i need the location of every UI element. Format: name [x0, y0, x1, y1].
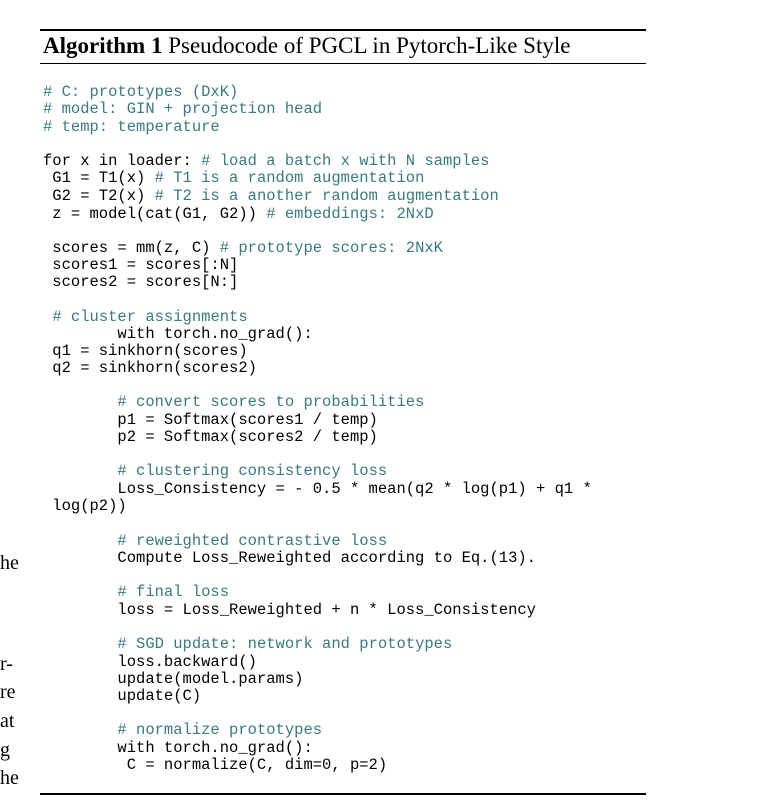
- code-text: q1 = sinkhorn(scores): [43, 342, 248, 360]
- code-line: # normalize prototypes: [43, 722, 322, 739]
- code-comment: # SGD update: network and prototypes: [117, 635, 453, 653]
- margin-fragment: he: [0, 767, 19, 789]
- code-line: C = normalize(C, dim=0, p=2): [43, 757, 387, 774]
- code-comment: # prototype scores: 2NxK: [219, 239, 443, 257]
- code-comment: # clustering consistency loss: [117, 462, 388, 480]
- code-line: p1 = Softmax(scores1 / temp): [43, 411, 378, 429]
- code-line: for x in loader: # load a batch x with N…: [43, 153, 490, 170]
- code-text: update(C): [43, 687, 202, 705]
- margin-fragment: at: [0, 710, 15, 732]
- code-text: G2 = T2(x): [43, 187, 155, 205]
- code-line: G1 = T1(x) # T1 is a random augmentation: [43, 170, 424, 187]
- code-text: loss = Loss_Reweighted + n * Loss_Consis…: [43, 601, 536, 619]
- code-comment: # T1 is a random augmentation: [154, 169, 425, 187]
- code-line: # reweighted contrastive loss: [43, 533, 387, 550]
- code-comment: # model: GIN + projection head: [43, 100, 323, 118]
- code-line: # cluster assignments: [43, 308, 248, 326]
- code-text: p1 = Softmax(scores1 / temp): [43, 411, 378, 429]
- code-text: z = model(cat(G1, G2)): [43, 205, 267, 223]
- code-line: # C: prototypes (DxK): [43, 84, 238, 101]
- code-line: # model: GIN + projection head: [43, 101, 322, 118]
- code-line: update(model.params): [43, 671, 303, 688]
- code-text: C = normalize(C, dim=0, p=2): [43, 756, 388, 774]
- code-comment: # load a batch x with N samples: [201, 152, 490, 170]
- code-line: # temp: temperature: [43, 119, 220, 136]
- code-text: G1 = T1(x): [43, 169, 155, 187]
- code-line: Compute Loss_Reweighted according to Eq.…: [43, 550, 536, 567]
- code-line: loss.backward(): [43, 654, 257, 671]
- code-line: # clustering consistency loss: [43, 463, 387, 480]
- code-line: with torch.no_grad():: [43, 739, 313, 757]
- code-comment: # cluster assignments: [52, 308, 248, 326]
- code-line: z = model(cat(G1, G2)) # embeddings: 2Nx…: [43, 205, 434, 223]
- code-comment: # reweighted contrastive loss: [117, 532, 388, 550]
- code-line: loss = Loss_Reweighted + n * Loss_Consis…: [43, 602, 536, 619]
- code-comment: # convert scores to probabilities: [117, 393, 425, 411]
- code-text: update(model.params): [43, 670, 304, 688]
- code-line: q1 = sinkhorn(scores): [43, 342, 248, 360]
- code-line: Loss_Consistency = - 0.5 * mean(q2 * log…: [43, 480, 592, 498]
- code-line: scores2 = scores[N:]: [43, 274, 238, 291]
- code-text: q2 = sinkhorn(scores2): [43, 359, 257, 377]
- code-text: log(p2)): [43, 497, 127, 515]
- bottom-rule: [40, 793, 646, 795]
- code-text: Loss_Consistency = - 0.5 * mean(q2 * log…: [43, 480, 592, 498]
- margin-fragment: he: [0, 552, 19, 574]
- code-line: p2 = Softmax(scores2 / temp): [43, 428, 378, 446]
- code-text: scores1 = scores[:N]: [43, 256, 239, 274]
- margin-fragment: r-: [0, 653, 13, 675]
- code-text: loss.backward(): [43, 653, 257, 671]
- pseudocode-block: # C: prototypes (DxK) # model: GIN + proj…: [0, 0, 757, 803]
- code-text: with torch.no_grad():: [43, 739, 313, 757]
- code-comment: # embeddings: 2NxD: [266, 205, 434, 223]
- code-line: log(p2)): [43, 497, 127, 515]
- code-line: scores = mm(z, C) # prototype scores: 2N…: [43, 240, 443, 257]
- code-line: scores1 = scores[:N]: [43, 257, 238, 274]
- code-comment: # normalize prototypes: [117, 721, 323, 739]
- margin-fragment: re: [0, 681, 16, 703]
- code-comment: # T2 is a another random augmentation: [154, 187, 499, 205]
- code-line: # SGD update: network and prototypes: [43, 636, 452, 653]
- code-text: Compute Loss_Reweighted according to Eq.…: [43, 549, 536, 567]
- code-text: scores2 = scores[N:]: [43, 273, 239, 291]
- code-text: for x in loader:: [43, 152, 202, 170]
- code-line: q2 = sinkhorn(scores2): [43, 360, 257, 377]
- code-comment: # final loss: [117, 583, 230, 601]
- code-line: # convert scores to probabilities: [43, 394, 424, 411]
- code-text: with torch.no_grad():: [43, 325, 313, 343]
- margin-fragment: g: [0, 739, 10, 761]
- code-line: # final loss: [43, 584, 229, 601]
- code-line: G2 = T2(x) # T2 is a another random augm…: [43, 187, 499, 205]
- code-text: scores = mm(z, C): [43, 239, 220, 257]
- code-text: p2 = Softmax(scores2 / temp): [43, 428, 378, 446]
- code-comment: # temp: temperature: [43, 118, 220, 136]
- code-line: update(C): [43, 688, 201, 705]
- code-comment: # C: prototypes (DxK): [43, 83, 239, 101]
- code-line: with torch.no_grad():: [43, 325, 313, 343]
